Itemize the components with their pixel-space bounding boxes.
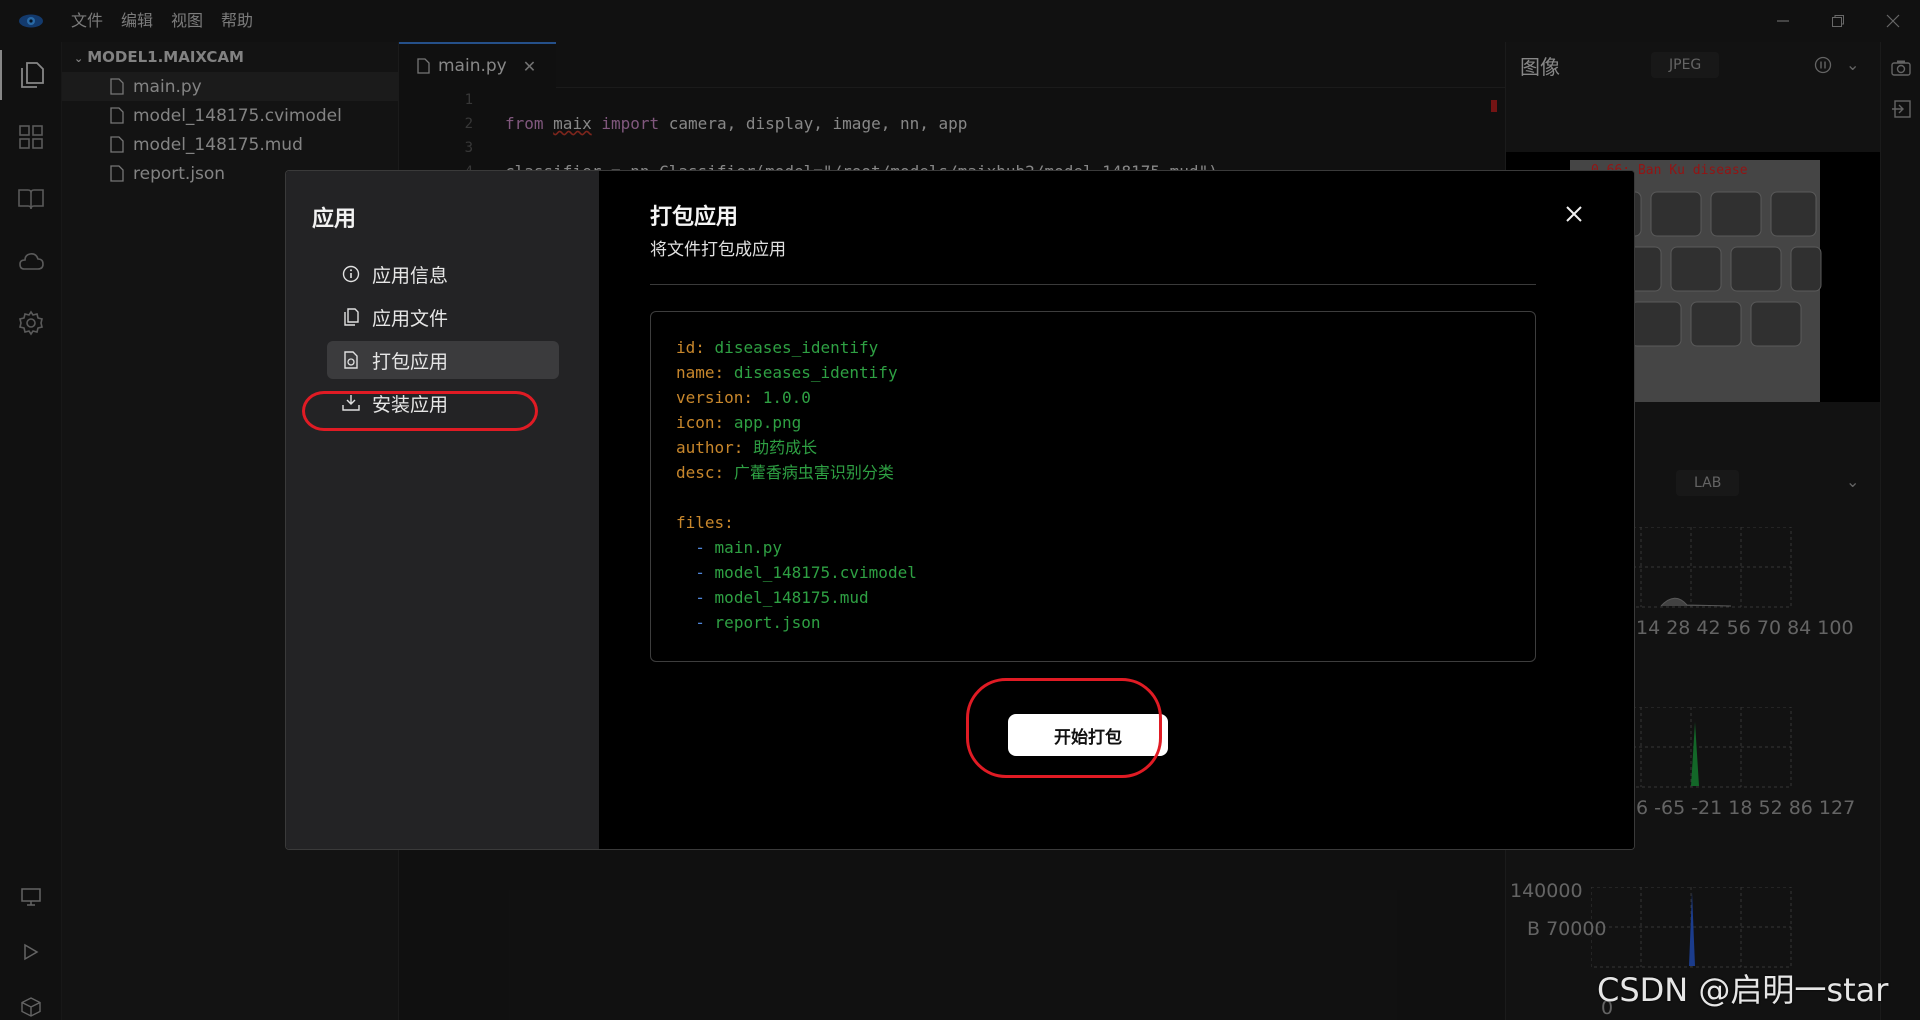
- package-file-icon: [344, 351, 358, 369]
- nav-label: 打包应用: [372, 350, 449, 373]
- nav-label: 应用文件: [372, 307, 449, 330]
- app-dialog-sidebar: 应用 应用信息 应用文件 打包应用 安装应用: [286, 171, 599, 849]
- app-dialog: 应用 应用信息 应用文件 打包应用 安装应用 打包应用 将文件打包成应用 id:…: [285, 170, 1635, 850]
- divider: [650, 284, 1536, 285]
- panel-title: 打包应用: [650, 205, 739, 230]
- info-icon: [342, 265, 360, 283]
- close-icon[interactable]: [1559, 199, 1589, 229]
- nav-package-app[interactable]: 打包应用: [327, 341, 559, 379]
- files-icon: [344, 308, 359, 326]
- annotation-circle-button: [966, 678, 1162, 778]
- nav-label: 应用信息: [372, 264, 449, 287]
- watermark: CSDN @启明一star: [1597, 971, 1889, 1009]
- app-yaml-preview: id: diseases_identify name: diseases_ide…: [650, 311, 1536, 662]
- panel-subtitle: 将文件打包成应用: [650, 240, 786, 260]
- sidebar-title: 应用: [312, 207, 357, 232]
- app-window: 文件 编辑 视图 帮助 ⌄ MODEL1.MAIXCAM main.py mod…: [0, 0, 1920, 1020]
- nav-app-files[interactable]: 应用文件: [327, 298, 559, 336]
- annotation-circle-install: [302, 391, 538, 431]
- nav-app-info[interactable]: 应用信息: [327, 255, 559, 293]
